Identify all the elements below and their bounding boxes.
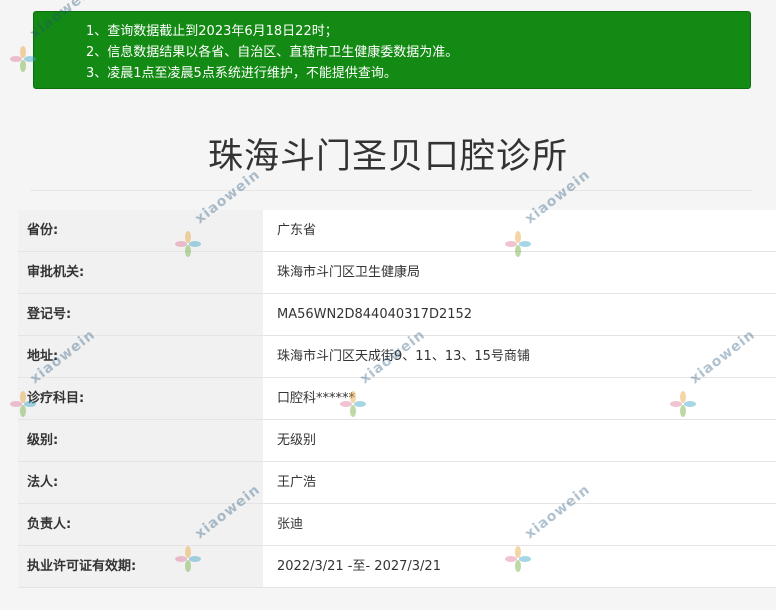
table-row: 审批机关: 珠海市斗门区卫生健康局 bbox=[18, 252, 776, 294]
page-title: 珠海斗门圣贝口腔诊所 bbox=[207, 137, 568, 177]
field-value: MA56WN2D844040317D2152 bbox=[263, 294, 776, 335]
field-label: 审批机关: bbox=[18, 252, 263, 293]
title-divider bbox=[30, 190, 752, 191]
table-row: 级别: 无级别 bbox=[18, 420, 776, 462]
table-row: 省份: 广东省 bbox=[18, 210, 776, 252]
field-label: 级别: bbox=[18, 420, 263, 461]
field-value: 口腔科****** bbox=[263, 378, 776, 419]
field-value: 珠海市斗门区卫生健康局 bbox=[263, 252, 776, 293]
field-label: 登记号: bbox=[18, 294, 263, 335]
notice-line-2: 2、信息数据结果以各省、自治区、直辖市卫生健康委数据为准。 bbox=[86, 45, 459, 60]
field-value: 张迪 bbox=[263, 504, 776, 545]
table-row: 执业许可证有效期: 2022/3/21 -至- 2027/3/21 bbox=[18, 546, 776, 588]
notice-banner: 1、查询数据截止到2023年6月18日22时； 2、信息数据结果以各省、自治区、… bbox=[33, 11, 751, 89]
field-value: 无级别 bbox=[263, 420, 776, 461]
table-row: 负责人: 张迪 bbox=[18, 504, 776, 546]
notice-line-1: 1、查询数据截止到2023年6月18日22时； bbox=[86, 24, 338, 39]
field-label: 执业许可证有效期: bbox=[18, 546, 263, 587]
field-value: 2022/3/21 -至- 2027/3/21 bbox=[263, 546, 776, 587]
field-label: 负责人: bbox=[18, 504, 263, 545]
field-label: 法人: bbox=[18, 462, 263, 503]
field-value: 广东省 bbox=[263, 210, 776, 251]
table-row: 登记号: MA56WN2D844040317D2152 bbox=[18, 294, 776, 336]
notice-line-3: 3、凌晨1点至凌晨5点系统进行维护，不能提供查询。 bbox=[86, 66, 397, 81]
table-row: 诊疗科目: 口腔科****** bbox=[18, 378, 776, 420]
field-value: 王广浩 bbox=[263, 462, 776, 503]
table-row: 法人: 王广浩 bbox=[18, 462, 776, 504]
info-table: 省份: 广东省 审批机关: 珠海市斗门区卫生健康局 登记号: MA56WN2D8… bbox=[18, 210, 776, 588]
field-label: 省份: bbox=[18, 210, 263, 251]
field-value: 珠海市斗门区天成街9、11、13、15号商铺 bbox=[263, 336, 776, 377]
field-label: 地址: bbox=[18, 336, 263, 377]
table-row: 地址: 珠海市斗门区天成街9、11、13、15号商铺 bbox=[18, 336, 776, 378]
field-label: 诊疗科目: bbox=[18, 378, 263, 419]
